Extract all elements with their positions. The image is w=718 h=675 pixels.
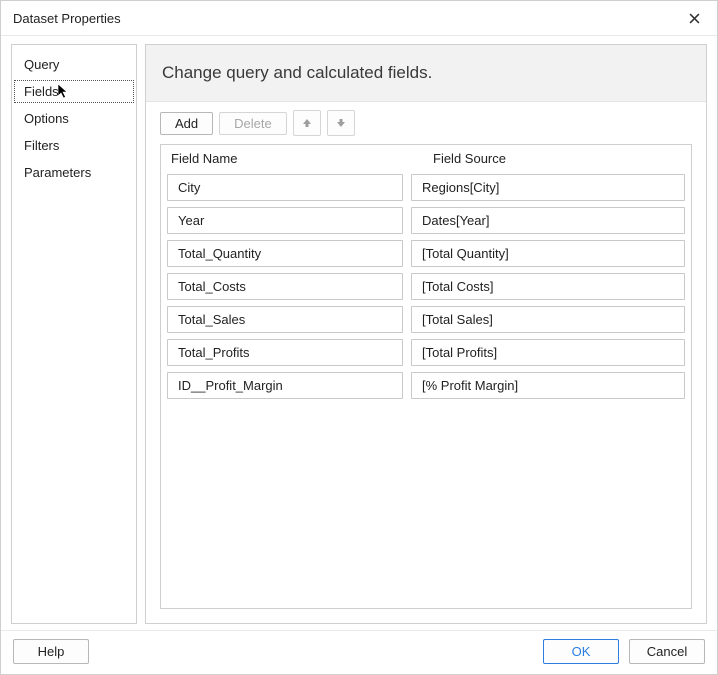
help-button[interactable]: Help bbox=[13, 639, 89, 664]
main-panel: Change query and calculated fields. Add … bbox=[145, 44, 707, 624]
field-name-cell[interactable]: Total_Sales bbox=[167, 306, 403, 333]
column-header-field-name: Field Name bbox=[161, 145, 423, 172]
field-source-cell[interactable]: [% Profit Margin] bbox=[411, 372, 685, 399]
dialog-body: Query Fields Options Filters Parameters … bbox=[1, 36, 717, 630]
sidebar: Query Fields Options Filters Parameters bbox=[11, 44, 137, 624]
ok-button[interactable]: OK bbox=[543, 639, 619, 664]
field-name-cell[interactable]: ID__Profit_Margin bbox=[167, 372, 403, 399]
sidebar-item-fields[interactable]: Fields bbox=[12, 78, 136, 105]
add-button[interactable]: Add bbox=[160, 112, 213, 135]
sidebar-item-label: Parameters bbox=[24, 165, 91, 180]
sidebar-item-filters[interactable]: Filters bbox=[12, 132, 136, 159]
sidebar-item-query[interactable]: Query bbox=[12, 51, 136, 78]
sidebar-item-options[interactable]: Options bbox=[12, 105, 136, 132]
sidebar-item-parameters[interactable]: Parameters bbox=[12, 159, 136, 186]
sidebar-item-label: Options bbox=[24, 111, 69, 126]
grid-row: Year Dates[Year] bbox=[167, 207, 685, 234]
sidebar-item-label: Query bbox=[24, 57, 59, 72]
page-heading: Change query and calculated fields. bbox=[146, 45, 706, 102]
column-header-field-source: Field Source bbox=[423, 145, 691, 172]
toolbar: Add Delete bbox=[146, 102, 706, 144]
field-name-cell[interactable]: Total_Costs bbox=[167, 273, 403, 300]
field-source-cell[interactable]: [Total Profits] bbox=[411, 339, 685, 366]
field-name-cell[interactable]: Total_Profits bbox=[167, 339, 403, 366]
dataset-properties-dialog: Dataset Properties Query Fields Options … bbox=[0, 0, 718, 675]
grid-row: ID__Profit_Margin [% Profit Margin] bbox=[167, 372, 685, 399]
close-icon bbox=[689, 13, 700, 24]
move-up-button bbox=[293, 110, 321, 136]
close-button[interactable] bbox=[681, 7, 707, 29]
field-name-cell[interactable]: Total_Quantity bbox=[167, 240, 403, 267]
cursor-icon bbox=[58, 84, 70, 103]
delete-button: Delete bbox=[219, 112, 287, 135]
field-source-cell[interactable]: Dates[Year] bbox=[411, 207, 685, 234]
grid-row: Total_Quantity [Total Quantity] bbox=[167, 240, 685, 267]
grid-row: City Regions[City] bbox=[167, 174, 685, 201]
titlebar: Dataset Properties bbox=[1, 1, 717, 36]
grid-body: City Regions[City] Year Dates[Year] Tota… bbox=[161, 172, 691, 411]
dialog-title: Dataset Properties bbox=[13, 11, 121, 26]
sidebar-item-label: Filters bbox=[24, 138, 59, 153]
move-down-button bbox=[327, 110, 355, 136]
sidebar-item-label: Fields bbox=[24, 84, 59, 99]
field-source-cell[interactable]: [Total Sales] bbox=[411, 306, 685, 333]
field-source-cell[interactable]: [Total Costs] bbox=[411, 273, 685, 300]
field-name-cell[interactable]: City bbox=[167, 174, 403, 201]
dialog-footer: Help OK Cancel bbox=[1, 630, 717, 674]
arrow-up-icon bbox=[302, 118, 312, 128]
field-source-cell[interactable]: Regions[City] bbox=[411, 174, 685, 201]
field-source-cell[interactable]: [Total Quantity] bbox=[411, 240, 685, 267]
cancel-button[interactable]: Cancel bbox=[629, 639, 705, 664]
grid-row: Total_Sales [Total Sales] bbox=[167, 306, 685, 333]
arrow-down-icon bbox=[336, 118, 346, 128]
fields-grid: Field Name Field Source City Regions[Cit… bbox=[160, 144, 692, 609]
grid-header: Field Name Field Source bbox=[161, 145, 691, 172]
grid-row: Total_Profits [Total Profits] bbox=[167, 339, 685, 366]
grid-row: Total_Costs [Total Costs] bbox=[167, 273, 685, 300]
field-name-cell[interactable]: Year bbox=[167, 207, 403, 234]
